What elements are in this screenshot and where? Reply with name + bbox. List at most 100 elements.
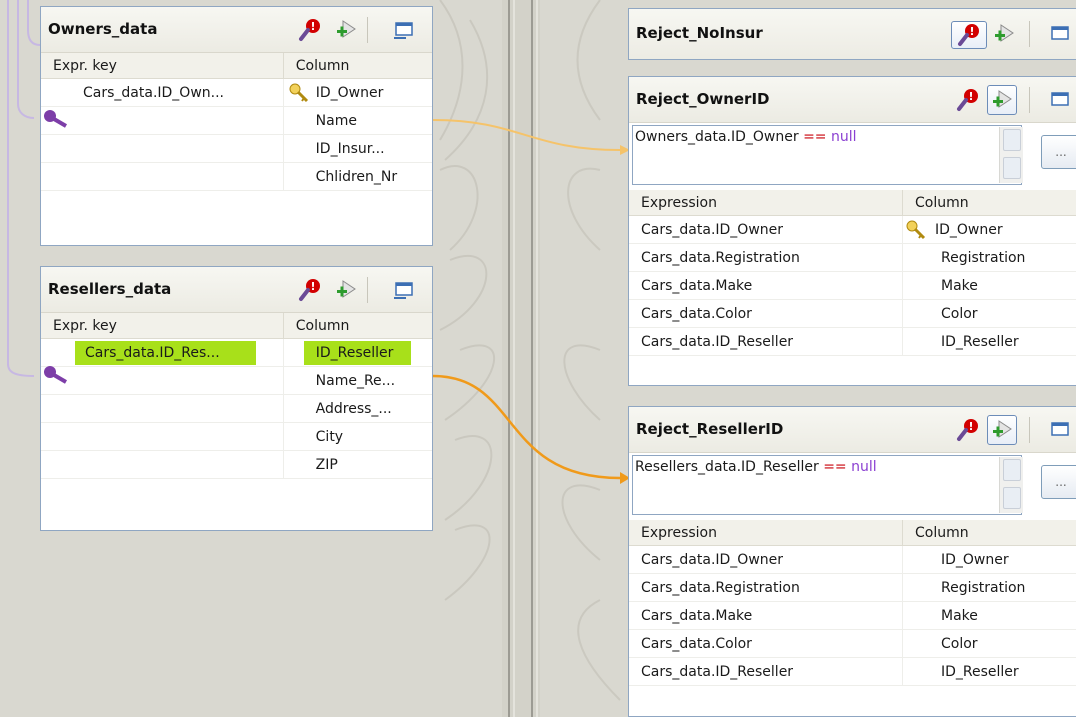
expr-key-cell[interactable] [41, 163, 283, 190]
table-row[interactable]: Cars_data.Make Make [629, 602, 1076, 630]
lookup-links [7, 0, 41, 377]
filter-expression-input[interactable]: Owners_data.ID_Owner == null [632, 125, 1022, 185]
filter-add-icon[interactable] [333, 17, 359, 43]
splitter[interactable] [502, 0, 540, 717]
table-row[interactable]: Name [41, 107, 432, 135]
window-minimize-icon[interactable] [1047, 417, 1073, 443]
magnifier-with-badge-icon[interactable]: ! [297, 277, 323, 303]
column-cell[interactable]: Chlidren_Nr [282, 163, 432, 190]
expr-key-cell[interactable] [41, 423, 283, 450]
magnifier-with-badge-icon[interactable]: ! [297, 17, 323, 43]
scroll-down-arrow-icon[interactable] [1003, 157, 1021, 179]
column-cell[interactable]: ID_Owner [282, 79, 432, 106]
column-cell[interactable]: Color [902, 630, 1076, 657]
table-row[interactable]: Cars_data.Registration Registration [629, 574, 1076, 602]
expression-cell[interactable]: Cars_data.Color [629, 630, 902, 657]
expr-key-cell[interactable] [41, 395, 283, 422]
header-separator [1029, 21, 1030, 47]
expr-key-cell[interactable] [41, 367, 283, 394]
table-row[interactable]: ZIP [41, 451, 432, 479]
filter-operator: == [823, 459, 852, 475]
column-cell[interactable]: Color [902, 300, 1076, 327]
scroll-up-arrow-icon[interactable] [1003, 459, 1021, 481]
column-cell[interactable]: ID_Reseller [902, 658, 1076, 685]
window-minimize-icon[interactable] [391, 277, 417, 303]
owners-data-header: Owners_data ! [41, 7, 432, 53]
column-cell[interactable]: ID_Reseller [902, 328, 1076, 355]
expr-key-cell[interactable]: Cars_data.ID_Own... [41, 79, 283, 106]
scroll-down-arrow-icon[interactable] [1003, 487, 1021, 509]
column-cell[interactable]: Make [902, 602, 1076, 629]
expression-cell[interactable]: Cars_data.Registration [629, 244, 902, 271]
expression-builder-button[interactable]: ... [1041, 465, 1076, 499]
filter-scrollbar[interactable] [999, 457, 1023, 513]
table-row[interactable]: ID_Insur... [41, 135, 432, 163]
magnifier-with-badge-icon[interactable]: ! [955, 87, 981, 113]
column-name: ID_Owner [315, 84, 384, 101]
magnifier-with-badge-icon[interactable]: ! [955, 417, 981, 443]
table-row[interactable]: Cars_data.ID_Owner ID_Owner [629, 216, 1076, 244]
table-row[interactable]: Cars_data.Registration Registration [629, 244, 1076, 272]
reject-ownerid-title: Reject_OwnerID [636, 90, 770, 108]
expr-key-highlight: Cars_data.ID_Res... [75, 340, 256, 365]
column-cell[interactable]: ID_Owner [902, 216, 1076, 243]
column-cell[interactable]: Address_... [282, 395, 432, 422]
svg-text:!: ! [968, 90, 973, 103]
column-cell[interactable]: Name_Re... [282, 367, 432, 394]
expr-key-cell[interactable] [41, 451, 283, 478]
filter-add-icon[interactable] [991, 21, 1017, 47]
column-cell[interactable]: Make [902, 272, 1076, 299]
expression-builder-button[interactable]: ... [1041, 135, 1076, 169]
filter-add-icon[interactable] [987, 85, 1017, 115]
output-column-header: Expression Column [629, 520, 1076, 546]
table-row[interactable]: Address_... [41, 395, 432, 423]
expression-cell[interactable]: Cars_data.ID_Owner [629, 546, 902, 573]
reject-noinsur-header: Reject_NoInsur ! [629, 9, 1076, 59]
svg-text:!: ! [310, 280, 315, 293]
expr-key-cell[interactable] [41, 135, 283, 162]
column-cell[interactable]: Registration [902, 244, 1076, 271]
window-minimize-icon[interactable] [1047, 87, 1073, 113]
filter-keyword: null [831, 129, 857, 145]
expression-cell[interactable]: Cars_data.Make [629, 272, 902, 299]
column-cell[interactable]: ID_Owner [902, 546, 1076, 573]
header-separator [1029, 87, 1030, 113]
table-row[interactable]: Name_Re... [41, 367, 432, 395]
filter-left: Resellers_data.ID_Reseller [635, 459, 819, 475]
filter-add-icon[interactable] [987, 415, 1017, 445]
expression-cell[interactable]: Cars_data.Color [629, 300, 902, 327]
column-cell[interactable]: ID_Reseller [282, 339, 432, 366]
window-minimize-icon[interactable] [1047, 21, 1073, 47]
column-cell[interactable]: ID_Insur... [282, 135, 432, 162]
table-row-selected[interactable]: Cars_data.ID_Res... ID_Reseller [41, 339, 432, 367]
expr-key-cell[interactable]: Cars_data.ID_Res... [41, 339, 283, 366]
expression-cell[interactable]: Cars_data.Make [629, 602, 902, 629]
table-row[interactable]: Cars_data.ID_Owner ID_Owner [629, 546, 1076, 574]
table-row[interactable]: Cars_data.Make Make [629, 272, 1076, 300]
expression-cell[interactable]: Cars_data.ID_Reseller [629, 328, 902, 355]
table-row[interactable]: Cars_data.ID_Own... ID_Owner [41, 79, 432, 107]
column-header: Column [902, 520, 1076, 545]
column-cell[interactable]: Name [282, 107, 432, 134]
table-row[interactable]: Cars_data.ID_Reseller ID_Reseller [629, 658, 1076, 686]
magnifier-with-badge-icon[interactable]: ! [951, 21, 987, 49]
table-row[interactable]: Cars_data.Color Color [629, 630, 1076, 658]
table-row[interactable]: Cars_data.Color Color [629, 300, 1076, 328]
table-row[interactable]: Cars_data.ID_Reseller ID_Reseller [629, 328, 1076, 356]
table-row[interactable]: City [41, 423, 432, 451]
table-row[interactable]: Chlidren_Nr [41, 163, 432, 191]
expression-cell[interactable]: Cars_data.ID_Reseller [629, 658, 902, 685]
column-cell[interactable]: City [282, 423, 432, 450]
owners-data-table: Owners_data ! Expr. key Column Cars_data… [40, 6, 433, 246]
filter-expression-input[interactable]: Resellers_data.ID_Reseller == null [632, 455, 1022, 515]
expression-cell[interactable]: Cars_data.ID_Owner [629, 216, 902, 243]
filter-scrollbar[interactable] [999, 127, 1023, 183]
scroll-up-arrow-icon[interactable] [1003, 129, 1021, 151]
column-cell[interactable]: ZIP [282, 451, 432, 478]
expression-cell[interactable]: Cars_data.Registration [629, 574, 902, 601]
column-cell[interactable]: Registration [902, 574, 1076, 601]
filter-add-icon[interactable] [333, 277, 359, 303]
expression-header: Expression [641, 194, 717, 211]
expr-key-cell[interactable] [41, 107, 283, 134]
window-minimize-icon[interactable] [391, 17, 417, 43]
